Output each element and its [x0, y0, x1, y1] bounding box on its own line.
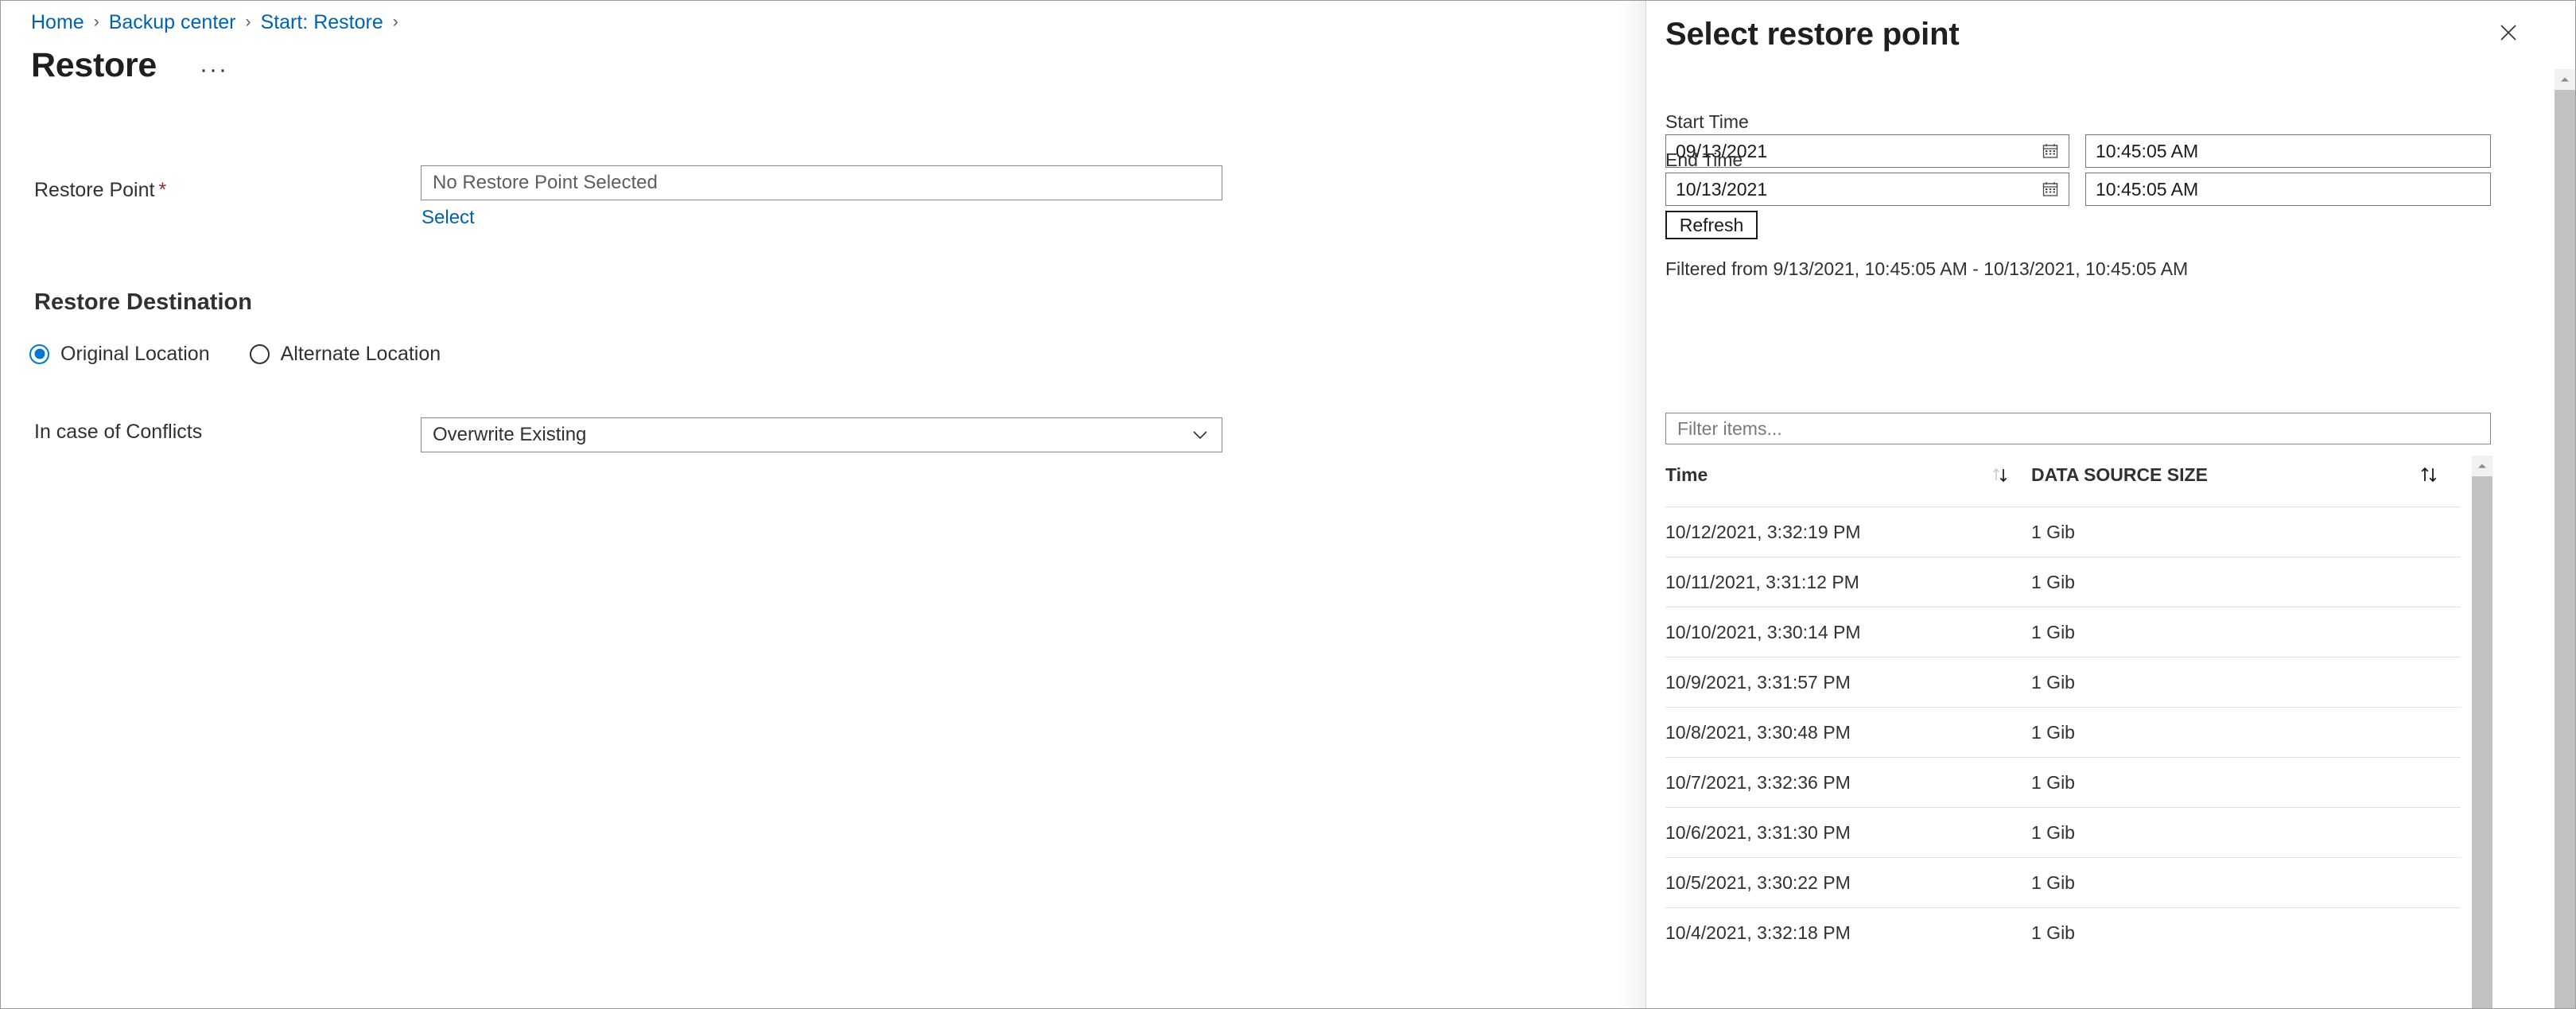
cell-time: 10/9/2021, 3:31:57 PM [1665, 657, 2031, 708]
column-header-time-label: Time [1665, 464, 1708, 485]
cell-time: 10/6/2021, 3:31:30 PM [1665, 807, 2031, 858]
radio-alternate-location[interactable]: Alternate Location [249, 343, 441, 365]
end-date-value: 10/13/2021 [1676, 178, 1768, 200]
breadcrumb-item-home[interactable]: Home [31, 10, 84, 34]
table-header-row: Time DATA SOURCE SIZE [1665, 456, 2461, 507]
calendar-icon[interactable] [2042, 180, 2059, 198]
conflicts-label: In case of Conflicts [34, 421, 203, 443]
table-row[interactable]: 10/11/2021, 3:31:12 PM 1 Gib [1665, 557, 2461, 607]
table-body: 10/12/2021, 3:32:19 PM 1 Gib 10/11/2021, 3… [1665, 506, 2461, 957]
table-head: Time DATA SOURCE SIZE [1665, 456, 2461, 507]
radio-original-location-label: Original Location [60, 343, 210, 365]
radio-original-location[interactable]: Original Location [29, 343, 210, 365]
select-restore-point-link[interactable]: Select [422, 206, 475, 230]
cell-data-source-size: 1 Gib [2031, 506, 2461, 557]
breadcrumb-separator-icon: › [392, 13, 398, 31]
restore-point-label: Restore Point * [34, 178, 166, 202]
table-row[interactable]: 10/5/2021, 3:30:22 PM 1 Gib [1665, 857, 2461, 908]
table-row[interactable]: 10/6/2021, 3:31:30 PM 1 Gib [1665, 807, 2461, 858]
chevron-down-icon [1191, 426, 1209, 444]
restore-destination-radio-group: Original Location Alternate Location [29, 343, 441, 365]
select-restore-point-panel: Select restore point Start Time 09/13/20… [1645, 1, 2575, 1008]
cell-data-source-size: 1 Gib [2031, 657, 2461, 708]
breadcrumb-separator-icon: › [245, 13, 251, 31]
cell-time: 10/12/2021, 3:32:19 PM [1665, 506, 2031, 557]
table-row[interactable]: 10/12/2021, 3:32:19 PM 1 Gib [1665, 506, 2461, 557]
radio-unselected-icon [249, 343, 270, 364]
restore-point-label-text: Restore Point [34, 179, 155, 201]
calendar-icon[interactable] [2042, 142, 2059, 160]
end-time-value: 10:45:05 AM [2096, 178, 2199, 200]
restore-destination-heading: Restore Destination [34, 289, 252, 315]
page-title: Restore [31, 46, 157, 84]
filter-items-input[interactable] [1676, 417, 2481, 440]
radio-selected-icon [29, 343, 49, 364]
required-indicator: * [158, 179, 167, 201]
cell-data-source-size: 1 Gib [2031, 757, 2461, 808]
table-scrollbar-thumb[interactable] [2472, 476, 2492, 1008]
table-row[interactable]: 10/8/2021, 3:30:48 PM 1 Gib [1665, 707, 2461, 758]
scroll-up-arrow-icon[interactable] [2555, 69, 2575, 90]
column-header-data-source-size-label: DATA SOURCE SIZE [2031, 464, 2208, 485]
table-row[interactable]: 10/7/2021, 3:32:36 PM 1 Gib [1665, 757, 2461, 808]
cell-time: 10/8/2021, 3:30:48 PM [1665, 707, 2031, 758]
cell-data-source-size: 1 Gib [2031, 607, 2461, 658]
breadcrumb-separator-icon: › [93, 13, 99, 31]
cell-data-source-size: 1 Gib [2031, 707, 2461, 758]
sort-ascending-descending-icon[interactable] [2418, 464, 2440, 486]
cell-time: 10/4/2021, 3:32:18 PM [1665, 907, 2031, 957]
table-row[interactable]: 10/4/2021, 3:32:18 PM 1 Gib [1665, 907, 2461, 957]
filter-items-box[interactable] [1665, 413, 2491, 444]
cell-data-source-size: 1 Gib [2031, 907, 2461, 957]
more-options-button[interactable]: ··· [200, 58, 228, 82]
refresh-button[interactable]: Refresh [1665, 211, 1758, 239]
cell-data-source-size: 1 Gib [2031, 807, 2461, 858]
panel-scrollbar-thumb[interactable] [2555, 90, 2575, 1008]
table-row[interactable]: 10/10/2021, 3:30:14 PM 1 Gib [1665, 607, 2461, 658]
restore-blade: Home › Backup center › Start: Restore › … [1, 1, 1645, 1008]
panel-scrollbar[interactable] [2555, 69, 2575, 1008]
filtered-range-text: Filtered from 9/13/2021, 10:45:05 AM - 1… [1665, 258, 2189, 279]
cell-data-source-size: 1 Gib [2031, 857, 2461, 908]
restore-point-field[interactable]: No Restore Point Selected [421, 165, 1222, 200]
start-time-input[interactable]: 10:45:05 AM [2085, 134, 2491, 168]
start-time-value: 10:45:05 AM [2096, 140, 2199, 161]
table-scrollbar[interactable] [2472, 456, 2492, 1008]
column-header-time[interactable]: Time [1665, 456, 2031, 507]
radio-alternate-location-label: Alternate Location [280, 343, 441, 365]
end-time-input[interactable]: 10:45:05 AM [2085, 173, 2491, 206]
close-icon[interactable] [2492, 17, 2524, 49]
breadcrumb: Home › Backup center › Start: Restore › [31, 10, 408, 34]
conflicts-dropdown[interactable]: Overwrite Existing [421, 417, 1222, 452]
breadcrumb-item-backup-center[interactable]: Backup center [109, 10, 236, 34]
panel-title: Select restore point [1665, 17, 1960, 52]
restore-points-table: Time DATA SOURCE SIZE 10/12/2021, 3:32:1… [1665, 456, 2461, 957]
restore-points-table-container: Time DATA SOURCE SIZE 10/12/2021, 3:32:1… [1665, 456, 2491, 1008]
restore-point-value: No Restore Point Selected [433, 172, 658, 193]
column-header-data-source-size[interactable]: DATA SOURCE SIZE [2031, 456, 2461, 507]
breadcrumb-item-start-restore[interactable]: Start: Restore [261, 10, 383, 34]
sort-ascending-descending-icon[interactable] [1990, 464, 2011, 485]
cell-time: 10/10/2021, 3:30:14 PM [1665, 607, 2031, 658]
conflicts-selected-value: Overwrite Existing [433, 424, 587, 445]
start-time-label: Start Time [1665, 111, 1749, 132]
cell-time: 10/11/2021, 3:31:12 PM [1665, 557, 2031, 607]
end-date-input[interactable]: 10/13/2021 [1665, 173, 2069, 206]
end-time-label: End Time [1665, 149, 1743, 170]
cell-time: 10/7/2021, 3:32:36 PM [1665, 757, 2031, 808]
table-row[interactable]: 10/9/2021, 3:31:57 PM 1 Gib [1665, 657, 2461, 708]
cell-data-source-size: 1 Gib [2031, 557, 2461, 607]
scroll-up-arrow-icon[interactable] [2472, 456, 2492, 476]
cell-time: 10/5/2021, 3:30:22 PM [1665, 857, 2031, 908]
azure-portal-restore-screen: Home › Backup center › Start: Restore › … [0, 0, 2576, 1009]
